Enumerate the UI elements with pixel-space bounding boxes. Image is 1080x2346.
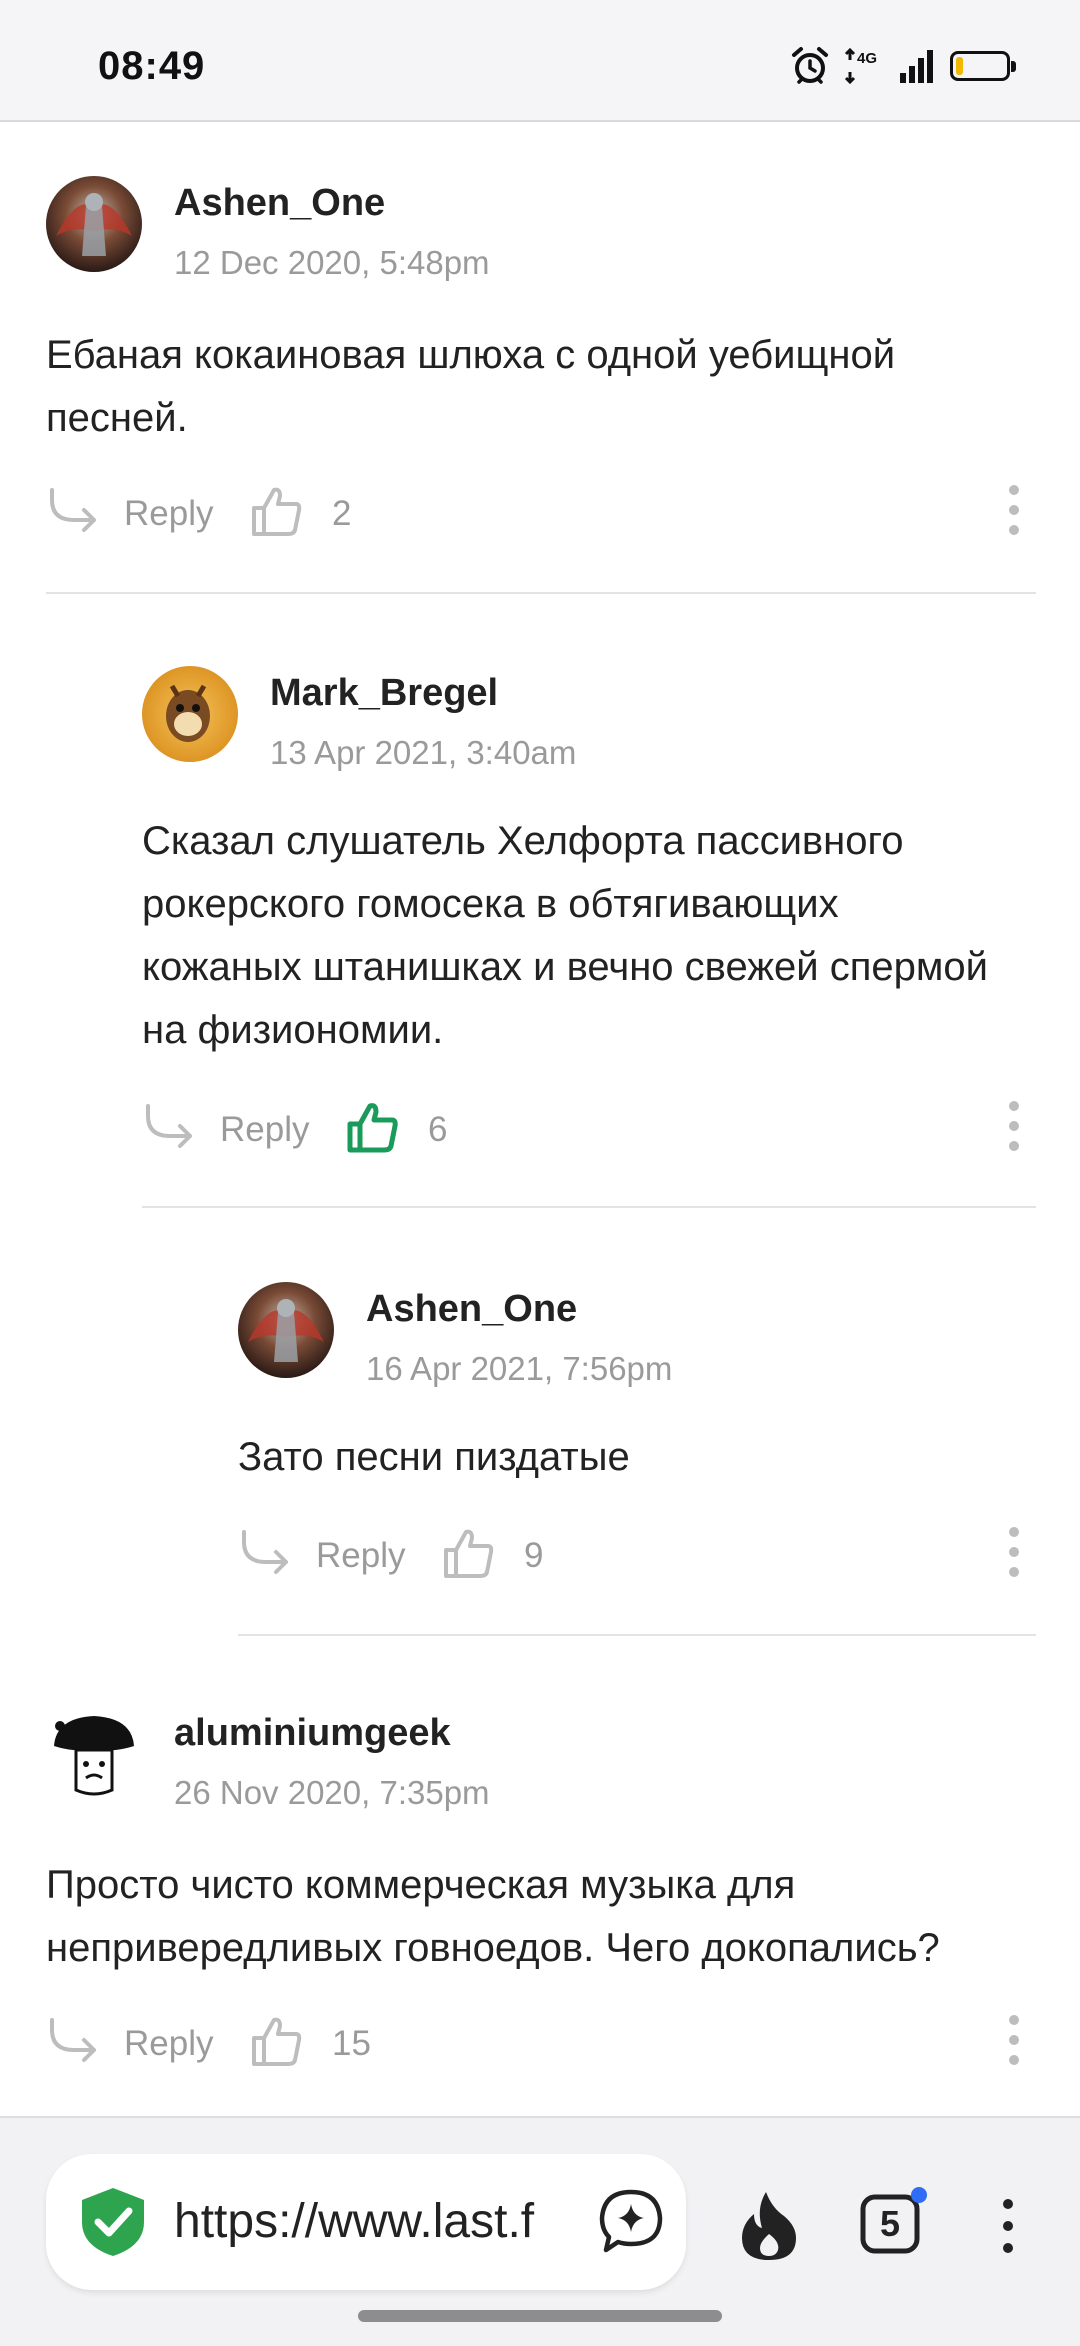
more-options-icon[interactable] — [1004, 480, 1024, 540]
comment: aluminiumgeek 26 Nov 2020, 7:35pm Просто… — [46, 1706, 1036, 2106]
status-bar: 08:49 4G — [0, 0, 1080, 122]
home-indicator[interactable] — [358, 2310, 722, 2322]
comment-text: Ебаная кокаиновая шлюха с одной уебищной… — [46, 333, 896, 440]
comment-date[interactable]: 12 Dec 2020, 5:48pm — [174, 244, 490, 282]
like-count: 15 — [332, 2024, 371, 2063]
battery-fill — [956, 57, 963, 75]
avatar[interactable] — [238, 1282, 334, 1378]
comment-text: Просто чисто коммерческая музыка для неп… — [46, 1863, 940, 1970]
username[interactable]: Ashen_One — [174, 182, 385, 225]
reply-icon[interactable] — [238, 1526, 292, 1580]
security-shield-icon[interactable] — [78, 2186, 148, 2258]
alarm-icon — [792, 47, 828, 84]
notification-dot — [911, 2187, 927, 2203]
comment-actions: Reply 15 — [46, 2010, 1036, 2080]
ai-assistant-icon[interactable] — [598, 2188, 664, 2254]
comment-reply: Mark_Bregel 13 Apr 2021, 3:40am Сказал с… — [142, 666, 1036, 1216]
address-bar[interactable]: https://www.last.f — [46, 2154, 686, 2290]
status-icons: 4G — [790, 44, 1016, 88]
thumbs-up-icon-liked[interactable] — [346, 1100, 400, 1154]
comment: Ashen_One 12 Dec 2020, 5:48pm Ебаная кок… — [46, 176, 1036, 596]
battery-icon — [950, 51, 1016, 81]
reply-icon[interactable] — [142, 1100, 196, 1154]
tab-switcher-button[interactable]: 5 — [858, 2187, 927, 2256]
thumbs-up-icon[interactable] — [250, 2014, 304, 2068]
comment-date[interactable]: 16 Apr 2021, 7:56pm — [366, 1350, 672, 1388]
signal-icon — [900, 50, 933, 83]
username[interactable]: Mark_Bregel — [270, 672, 498, 715]
fire-icon[interactable] — [736, 2190, 802, 2262]
more-options-icon[interactable] — [1004, 1096, 1024, 1156]
network-label: 4G — [857, 50, 877, 67]
more-options-icon[interactable] — [1004, 1522, 1024, 1582]
comment-actions: Reply 2 — [46, 480, 1036, 550]
divider — [238, 1634, 1036, 1636]
status-time: 08:49 — [98, 44, 206, 88]
like-count: 6 — [428, 1110, 448, 1149]
url-text[interactable]: https://www.last.f — [174, 2194, 614, 2249]
network-icon: 4G — [844, 47, 877, 85]
thumbs-up-icon[interactable] — [442, 1526, 496, 1580]
username[interactable]: aluminiumgeek — [174, 1712, 451, 1755]
like-count: 2 — [332, 494, 352, 533]
comment-actions: Reply 6 — [142, 1096, 1036, 1166]
browser-menu-icon[interactable] — [996, 2194, 1020, 2258]
comment-actions: Reply 9 — [238, 1522, 1036, 1592]
comment-date[interactable]: 26 Nov 2020, 7:35pm — [174, 1774, 490, 1812]
comment-reply: Ashen_One 16 Apr 2021, 7:56pm Зато песни… — [238, 1282, 1036, 1642]
avatar[interactable] — [46, 1706, 142, 1802]
more-options-icon[interactable] — [1004, 2010, 1024, 2070]
comment-date[interactable]: 13 Apr 2021, 3:40am — [270, 734, 576, 772]
comment-text: Сказал слушатель Хелфорта пассивного рок… — [142, 819, 988, 1052]
reply-button[interactable]: Reply — [124, 2024, 213, 2064]
comment-text: Зато песни пиздатые — [238, 1435, 630, 1479]
like-count: 9 — [524, 1536, 544, 1575]
reply-button[interactable]: Reply — [316, 1536, 405, 1576]
avatar[interactable] — [142, 666, 238, 762]
reply-icon[interactable] — [46, 484, 100, 538]
avatar[interactable] — [46, 176, 142, 272]
reply-button[interactable]: Reply — [220, 1110, 309, 1150]
reply-icon[interactable] — [46, 2014, 100, 2068]
divider — [46, 592, 1036, 594]
divider — [142, 1206, 1036, 1208]
reply-button[interactable]: Reply — [124, 494, 213, 534]
thumbs-up-icon[interactable] — [250, 484, 304, 538]
username[interactable]: Ashen_One — [366, 1288, 577, 1331]
